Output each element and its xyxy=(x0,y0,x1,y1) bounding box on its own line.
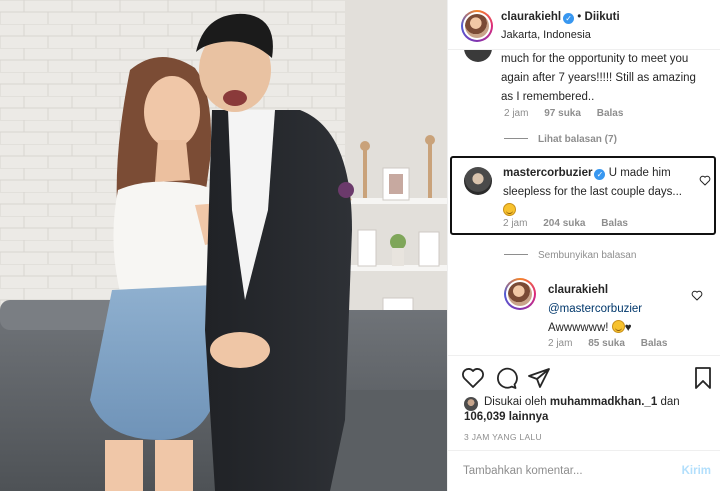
likes-connector: dan xyxy=(660,396,680,408)
reply-time[interactable]: 2 jam xyxy=(548,338,572,349)
comment-avatar[interactable] xyxy=(464,50,492,62)
add-comment-bar: Tambahkan komentar... Kirim xyxy=(448,450,720,491)
comment-icon[interactable] xyxy=(494,366,518,390)
reply-button[interactable]: Balas xyxy=(641,338,668,349)
comment-input[interactable]: Tambahkan komentar... xyxy=(463,465,583,477)
black-heart-icon: ♥ xyxy=(624,322,632,334)
reply-meta: 2 jam 85 suka Balas xyxy=(548,338,680,349)
verified-icon: ✓ xyxy=(563,13,575,24)
post-details-panel: claurakiehl ✓ • Diikuti Jakarta, Indonesi… xyxy=(447,0,720,491)
comment-time[interactable]: 2 jam xyxy=(504,108,528,119)
likes-count[interactable]: 106,039 xyxy=(464,411,506,423)
reply-text: Awwwwww! xyxy=(548,322,609,334)
comment-likes[interactable]: 97 suka xyxy=(544,108,581,119)
reply-button[interactable]: Balas xyxy=(601,218,628,229)
post-location[interactable]: Jakarta, Indonesia xyxy=(501,29,591,41)
reply-mention-link[interactable]: @mastercorbuzier xyxy=(548,303,642,315)
post-image xyxy=(0,0,447,491)
reply-avatar[interactable] xyxy=(504,278,536,310)
post-header: claurakiehl ✓ • Diikuti Jakarta, Indonesi… xyxy=(448,0,720,50)
smile-emoji-icon xyxy=(611,320,625,333)
likes-prefix: Disukai oleh xyxy=(484,396,547,408)
post-actions: Disukai oleh muhammadkhan._1 dan 106,039… xyxy=(448,355,720,450)
author-username[interactable]: claurakiehl xyxy=(501,11,561,23)
comment-meta: 2 jam 204 suka Balas xyxy=(503,218,641,229)
comment-time[interactable]: 2 jam xyxy=(503,218,527,229)
view-replies-button[interactable]: Lihat balasan (7) xyxy=(504,134,617,145)
like-reply-heart-icon[interactable] xyxy=(691,290,703,301)
post-timestamp[interactable]: 3 JAM YANG LALU xyxy=(464,432,542,442)
likes-summary: Disukai oleh muhammadkhan._1 dan 106,039… xyxy=(464,395,714,425)
header-separator: • xyxy=(577,11,582,23)
heart-icon[interactable] xyxy=(461,366,485,390)
liker-username[interactable]: muhammadkhan._1 xyxy=(550,396,657,408)
comment-body: mastercorbuzier ✓ U made him sleepless fo… xyxy=(503,164,695,221)
reply-body: claurakiehl @mastercorbuzier Awwwwww! ♥ xyxy=(548,281,698,338)
grimace-emoji-icon xyxy=(503,203,516,216)
verified-icon: ✓ xyxy=(594,169,606,180)
bookmark-icon[interactable] xyxy=(691,366,715,390)
highlighted-comment: mastercorbuzier ✓ U made him sleepless fo… xyxy=(450,156,716,235)
reply-likes[interactable]: 85 suka xyxy=(588,338,625,349)
post-photo[interactable] xyxy=(0,0,447,491)
comments-list[interactable]: much for the opportunity to meet you aga… xyxy=(448,50,720,355)
hide-replies-button[interactable]: Sembunyikan balasan xyxy=(504,250,636,261)
comment-text: much for the opportunity to meet you aga… xyxy=(501,53,696,103)
comment-username[interactable]: mastercorbuzier xyxy=(503,167,592,179)
likes-suffix[interactable]: lainnya xyxy=(509,411,549,423)
share-icon[interactable] xyxy=(527,366,551,390)
like-comment-heart-icon[interactable] xyxy=(699,175,711,186)
view-replies-label: Lihat balasan (7) xyxy=(538,134,617,145)
comment-meta: 2 jam 97 suka Balas xyxy=(504,108,636,119)
reply-username[interactable]: claurakiehl xyxy=(548,284,608,296)
follow-status-button[interactable]: Diikuti xyxy=(585,11,620,23)
hide-replies-label: Sembunyikan balasan xyxy=(538,250,637,261)
comment-avatar[interactable] xyxy=(464,167,492,195)
divider xyxy=(504,138,528,139)
header-author-line: claurakiehl ✓ • Diikuti xyxy=(501,11,620,24)
reply-button[interactable]: Balas xyxy=(597,108,624,119)
divider xyxy=(504,254,528,255)
comment-likes[interactable]: 204 suka xyxy=(543,218,585,229)
post-comment-button[interactable]: Kirim xyxy=(682,465,711,477)
author-avatar[interactable] xyxy=(461,10,493,42)
